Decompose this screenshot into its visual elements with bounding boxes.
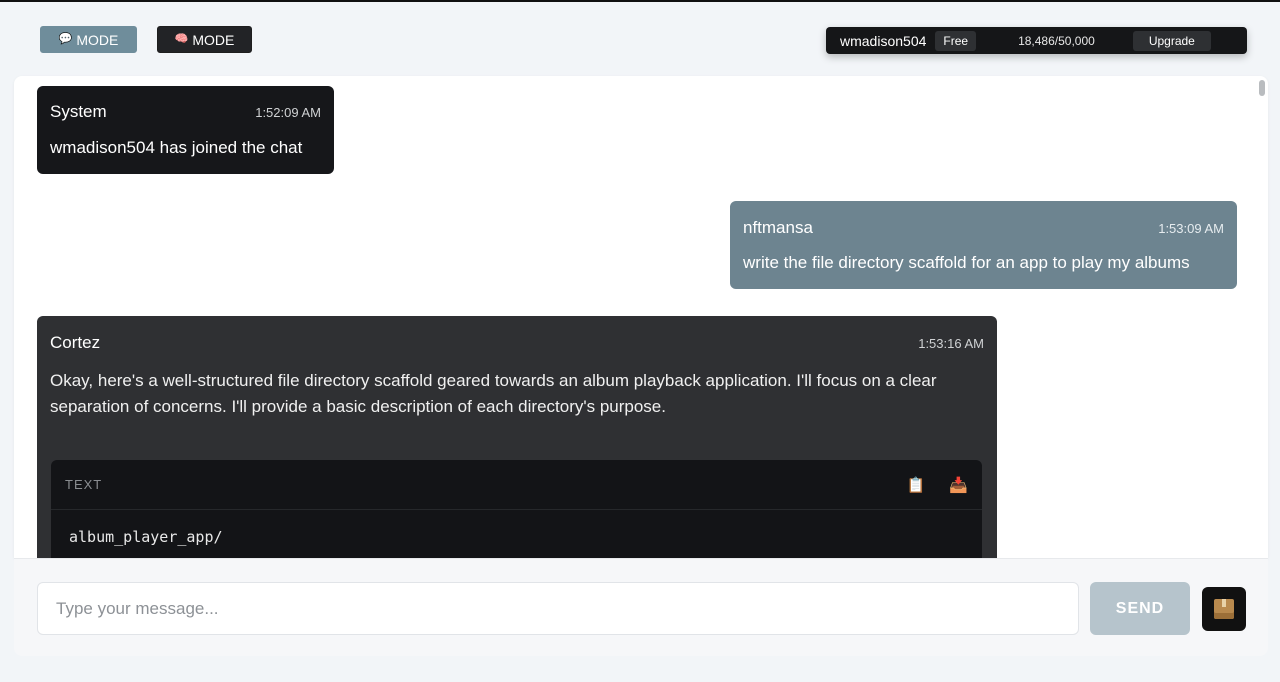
send-button[interactable]: SEND	[1090, 582, 1190, 635]
message-sender: nftmansa	[743, 218, 813, 237]
package-button[interactable]	[1202, 587, 1246, 631]
account-bar: wmadison504 Free 18,486/50,000 Upgrade	[826, 27, 1247, 54]
username: wmadison504	[840, 32, 927, 49]
message-composer: SEND	[14, 558, 1268, 656]
chat-messages[interactable]: System 1:52:09 AM wmadison504 has joined…	[14, 76, 1268, 558]
brain-mode-label: MODE	[192, 31, 235, 48]
chat-mode-button[interactable]: 💬 MODE	[40, 26, 137, 53]
system-message: System 1:52:09 AM wmadison504 has joined…	[37, 86, 334, 174]
brain-mode-button[interactable]: 🧠 MODE	[157, 26, 252, 53]
upgrade-button[interactable]: Upgrade	[1132, 30, 1211, 51]
usage-counter: 18,486/50,000	[1018, 33, 1095, 48]
package-icon	[1214, 599, 1234, 619]
code-block-header: TEXT 📋 📥	[51, 460, 982, 510]
clipboard-icon[interactable]: 📋	[907, 476, 926, 494]
chat-mode-label: MODE	[76, 31, 119, 48]
code-block: TEXT 📋 📥 album_player_app/	[51, 460, 982, 558]
message-text: Okay, here's a well-structured file dire…	[50, 371, 937, 416]
code-content: album_player_app/	[69, 528, 223, 546]
user-message: nftmansa 1:53:09 AM write the file direc…	[730, 201, 1237, 289]
brain-icon: 🧠	[174, 33, 189, 45]
message-input[interactable]	[37, 582, 1079, 635]
message-text: wmadison504 has joined the chat	[50, 138, 303, 157]
message-time: 1:53:09 AM	[1158, 221, 1224, 236]
message-time: 1:52:09 AM	[255, 105, 321, 120]
message-sender: System	[50, 102, 107, 121]
plan-badge: Free	[935, 30, 977, 51]
message-time: 1:53:16 AM	[918, 336, 984, 351]
speech-bubble-icon: 💬	[58, 33, 73, 45]
message-text: write the file directory scaffold for an…	[743, 253, 1190, 272]
message-sender: Cortez	[50, 333, 101, 352]
assistant-message: Cortez 1:53:16 AM Okay, here's a well-st…	[37, 316, 997, 558]
code-language-label: TEXT	[65, 477, 103, 492]
scrollbar-thumb[interactable]	[1259, 80, 1265, 96]
download-tray-icon[interactable]: 📥	[949, 476, 968, 494]
